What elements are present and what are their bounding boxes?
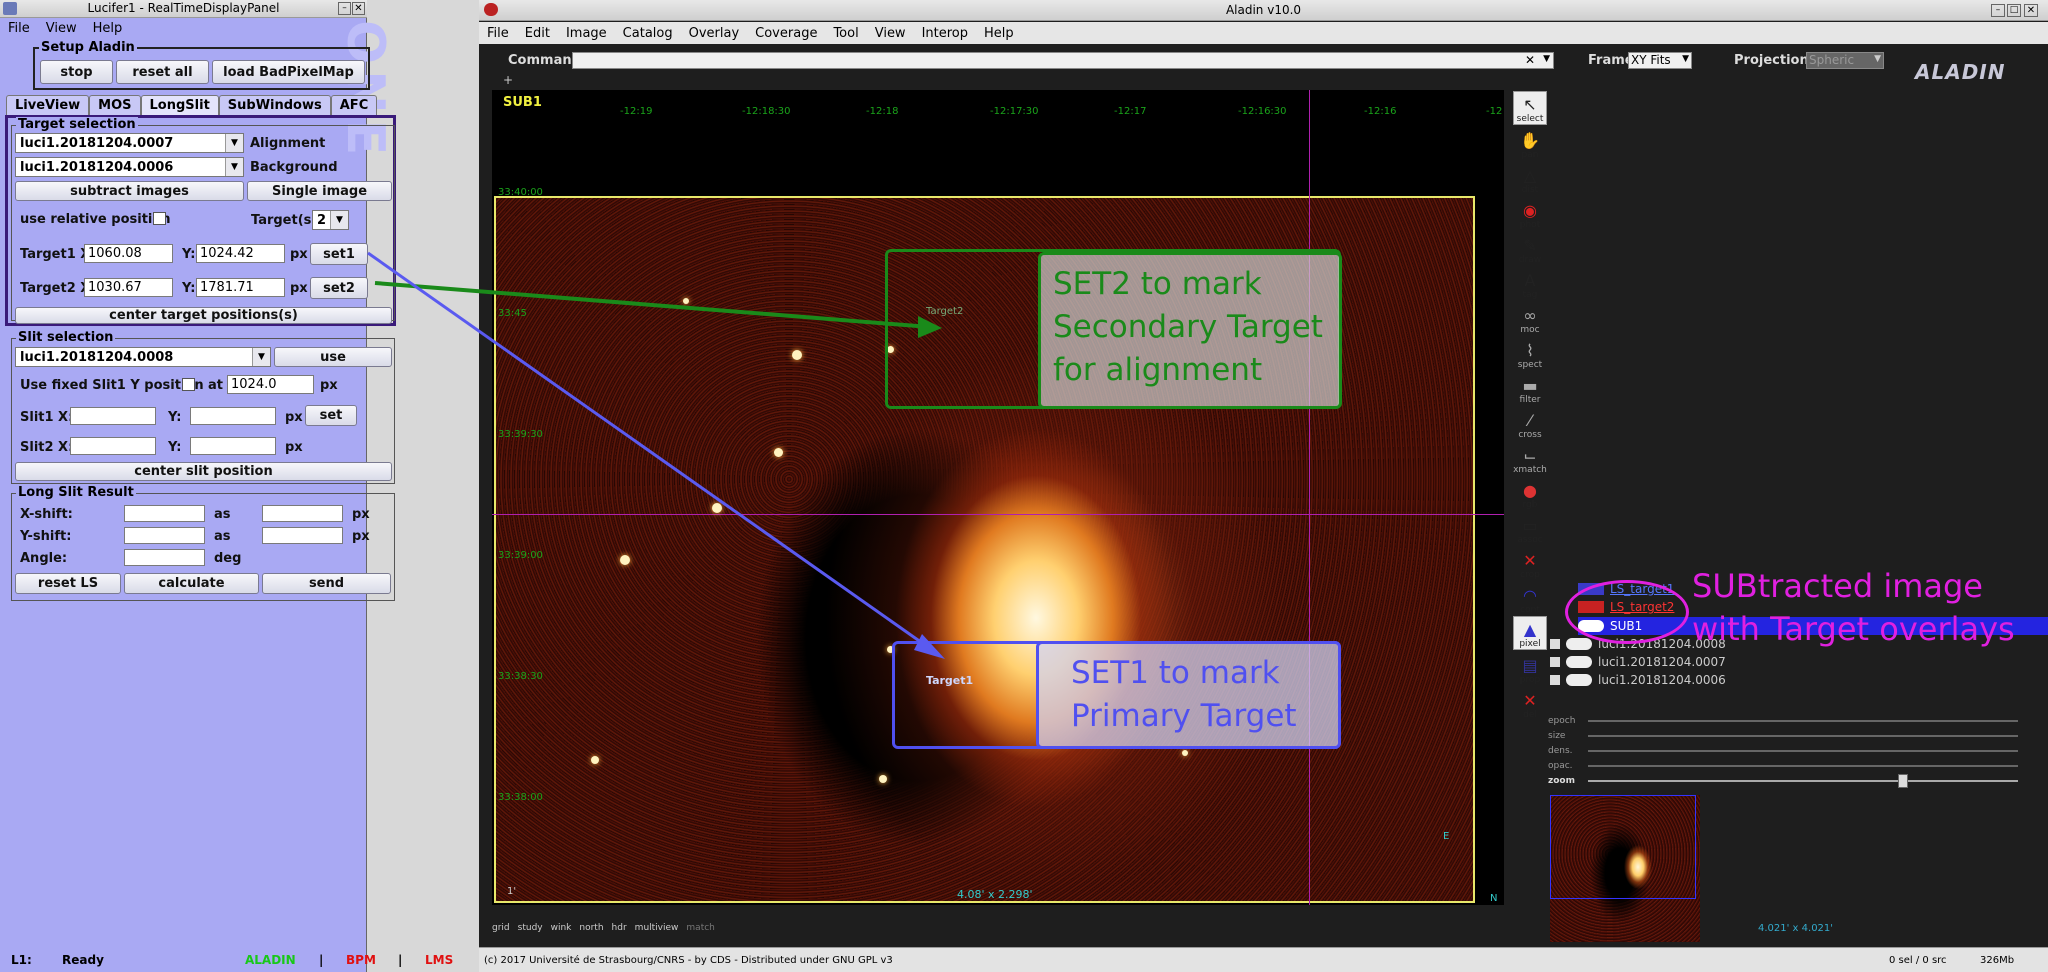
set2-arrowhead	[918, 316, 942, 338]
set1-arrow	[367, 251, 936, 654]
set1-arrowhead	[914, 634, 945, 659]
set2-arrow	[374, 281, 931, 329]
annotation-arrows	[367, 251, 945, 659]
